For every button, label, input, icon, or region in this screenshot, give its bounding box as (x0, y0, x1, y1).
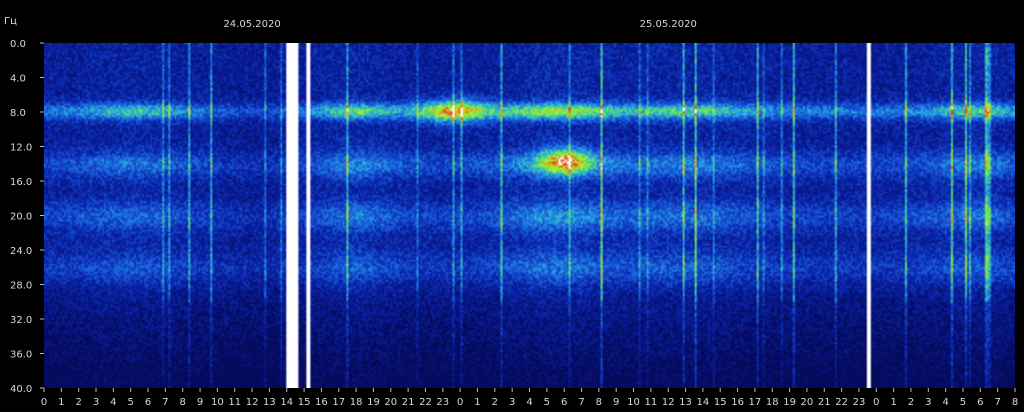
x-tick-label: 7 (162, 397, 168, 408)
spectrogram-image (44, 43, 1015, 388)
x-tick-label: 6 (977, 397, 983, 408)
x-tick-label: 19 (367, 397, 380, 408)
y-tick-label: 8.0 (10, 108, 26, 119)
x-tick-label: 7 (994, 397, 1000, 408)
x-tick-label: 3 (93, 397, 99, 408)
y-tick-label: 32.0 (10, 315, 32, 326)
x-tick-label: 0 (457, 397, 463, 408)
x-tick-label: 2 (908, 397, 914, 408)
x-tick-label: 10 (627, 397, 640, 408)
y-tick-label: 40.0 (10, 384, 32, 395)
x-tick-label: 11 (645, 397, 658, 408)
x-tick-label: 18 (350, 397, 363, 408)
x-tick-label: 19 (783, 397, 796, 408)
x-tick-label: 4 (942, 397, 948, 408)
x-tick-label: 2 (492, 397, 498, 408)
x-tick-label: 23 (853, 397, 866, 408)
x-tick-label: 1 (474, 397, 480, 408)
x-tick-label: 22 (419, 397, 432, 408)
x-tick-label: 0 (873, 397, 879, 408)
x-tick-label: 9 (197, 397, 203, 408)
x-tick-label: 4 (110, 397, 116, 408)
x-tick-label: 11 (228, 397, 241, 408)
x-tick-label: 22 (835, 397, 848, 408)
y-axis-unit: Гц (4, 16, 17, 27)
x-tick-label: 7 (578, 397, 584, 408)
x-tick-label: 8 (180, 397, 186, 408)
x-tick-label: 10 (211, 397, 224, 408)
x-tick-label: 1 (890, 397, 896, 408)
x-tick-label: 21 (818, 397, 831, 408)
x-tick-label: 23 (436, 397, 449, 408)
x-tick-label: 17 (332, 397, 345, 408)
x-tick-label: 9 (613, 397, 619, 408)
x-tick-label: 20 (801, 397, 814, 408)
x-tick-label: 1 (58, 397, 64, 408)
x-tick-label: 16 (731, 397, 744, 408)
x-tick-label: 20 (384, 397, 397, 408)
x-tick-label: 3 (509, 397, 515, 408)
x-tick-label: 13 (679, 397, 692, 408)
x-tick-label: 5 (960, 397, 966, 408)
x-tick-label: 8 (596, 397, 602, 408)
x-tick-label: 16 (315, 397, 328, 408)
x-tick-label: 2 (75, 397, 81, 408)
date-label: 25.05.2020 (640, 19, 697, 30)
x-tick-label: 5 (128, 397, 134, 408)
x-tick-label: 17 (749, 397, 762, 408)
y-tick-label: 20.0 (10, 212, 32, 223)
x-tick-label: 0 (41, 397, 47, 408)
x-tick-label: 6 (145, 397, 151, 408)
x-tick-label: 13 (263, 397, 276, 408)
y-tick-label: 0.0 (10, 39, 26, 50)
x-tick-label: 18 (766, 397, 779, 408)
x-tick-label: 12 (662, 397, 675, 408)
x-tick-label: 5 (544, 397, 550, 408)
y-tick-label: 24.0 (10, 246, 32, 257)
x-tick-label: 3 (925, 397, 931, 408)
y-tick-label: 36.0 (10, 350, 32, 361)
x-tick-label: 15 (714, 397, 727, 408)
spectrogram-chart: Гц 0.0 4.0 8.0 12.0 16.0 20.0 24.0 28.0 32.0 36.0… (0, 0, 1024, 412)
date-label: 24.05.2020 (223, 19, 280, 30)
x-tick-label: 14 (697, 397, 710, 408)
x-tick-label: 8 (1012, 397, 1018, 408)
x-tick-label: 6 (561, 397, 567, 408)
y-tick-label: 16.0 (10, 177, 32, 188)
x-tick-label: 21 (402, 397, 415, 408)
x-tick-label: 14 (280, 397, 293, 408)
spectrogram-plot-area (44, 43, 1015, 388)
y-tick-label: 4.0 (10, 74, 26, 85)
x-tick-label: 15 (298, 397, 311, 408)
x-tick-label: 4 (526, 397, 532, 408)
y-tick-label: 12.0 (10, 143, 32, 154)
x-tick-label: 12 (246, 397, 259, 408)
y-tick-label: 28.0 (10, 281, 32, 292)
